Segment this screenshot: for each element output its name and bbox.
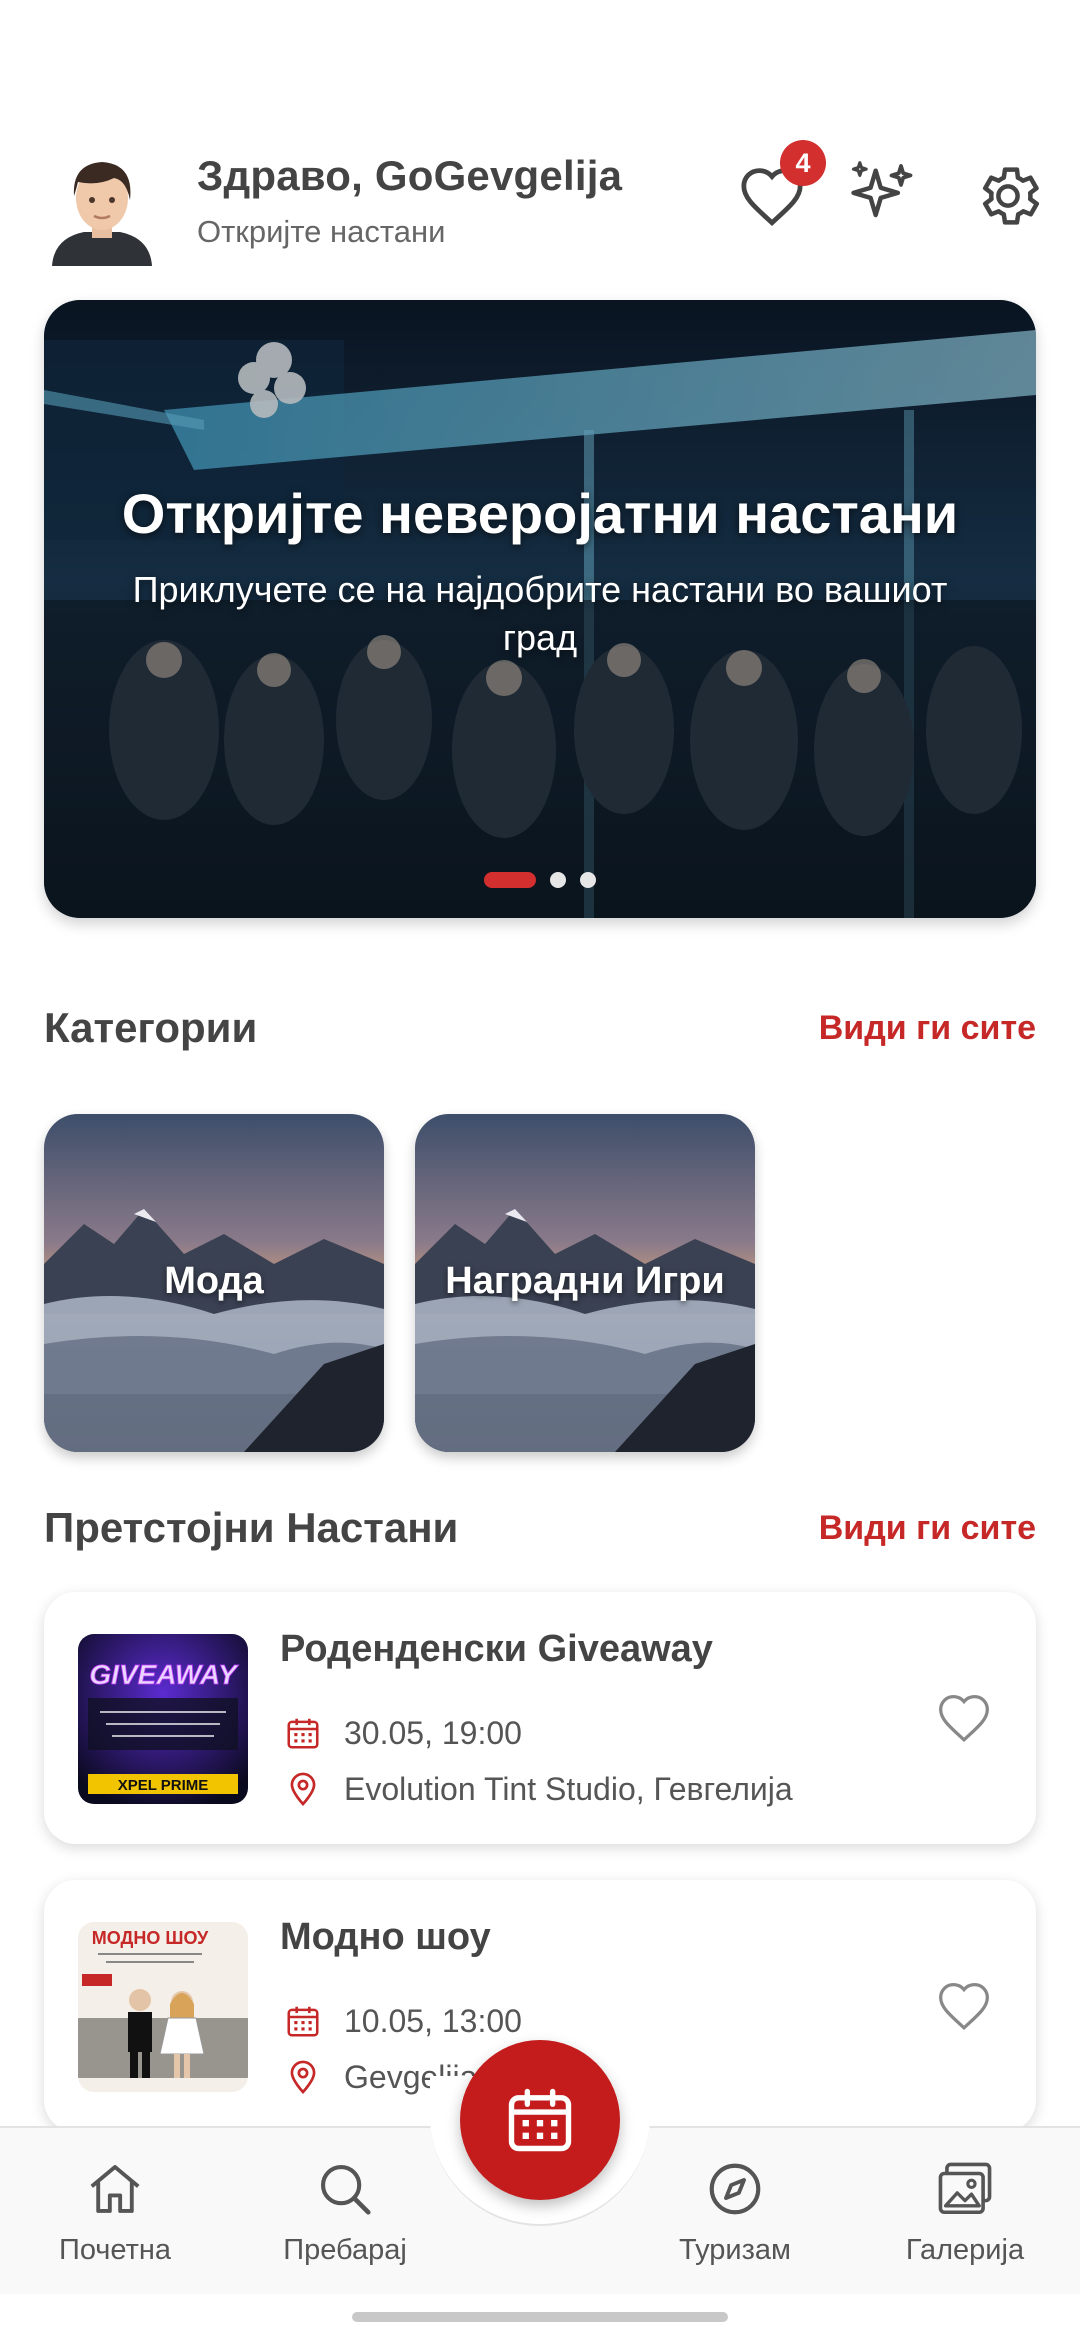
favorites-count-badge: 4 xyxy=(780,140,826,186)
sparkle-icon[interactable] xyxy=(844,158,920,234)
settings-gear-icon[interactable] xyxy=(970,158,1046,234)
event-date: 10.05, 13:00 xyxy=(344,2002,522,2039)
nav-item-tourism[interactable]: Туризам xyxy=(640,2158,830,2267)
greeting-subtitle: Откријте настани xyxy=(197,214,446,249)
svg-text:МОДНО ШОУ: МОДНО ШОУ xyxy=(92,1928,209,1948)
home-icon xyxy=(90,2165,140,2213)
hero-title: Откријте неверојатни настани xyxy=(121,482,959,545)
nav-item-search[interactable]: Пребарај xyxy=(250,2158,440,2267)
categories-header: Категории Види ги сите xyxy=(44,1004,1036,1052)
calendar-icon xyxy=(287,2006,319,2037)
carousel-dots[interactable] xyxy=(44,872,1036,888)
location-pin-icon xyxy=(290,1772,316,1807)
search-icon xyxy=(320,2164,371,2215)
categories-see-all-link[interactable]: Види ги сите xyxy=(819,1009,1036,1048)
event-thumbnail: МОДНО ШОУ xyxy=(78,1922,248,2092)
category-label: Мода xyxy=(164,1260,264,1302)
carousel-dot-2[interactable] xyxy=(550,872,566,888)
events-title: Претстојни Настани xyxy=(44,1504,459,1551)
header: Здраво, GoGevgelija Откријте настани 4 xyxy=(44,140,1040,270)
calendar-fab-button[interactable] xyxy=(460,2040,620,2200)
category-card-nagradni-igri[interactable]: Наградни Игри xyxy=(415,1114,755,1452)
event-location: Evolution Tint Studio, Гевгелија xyxy=(344,1770,793,1807)
categories-title: Категории xyxy=(44,1004,258,1051)
calendar-icon xyxy=(508,2088,572,2152)
home-indicator[interactable] xyxy=(352,2312,728,2322)
hero-banner[interactable]: Откријте неверојатни настани Приклучете … xyxy=(44,300,1036,918)
avatar[interactable] xyxy=(44,150,160,266)
event-title: Модно шоу xyxy=(280,1916,491,1958)
calendar-icon xyxy=(287,1718,319,1749)
nav-label: Почетна xyxy=(58,2234,172,2266)
nav-label: Пребарај xyxy=(283,2234,407,2266)
category-card-moda[interactable]: Мода xyxy=(44,1114,384,1452)
event-card[interactable]: GIVEAWAY XPEL PRIME Роденденски Giveaway… xyxy=(44,1592,1036,1844)
carousel-dot-1[interactable] xyxy=(484,872,536,888)
event-date: 30.05, 19:00 xyxy=(344,1714,522,1751)
hero-subtitle: Приклучете се на најдобрите настани во в… xyxy=(132,569,948,658)
carousel-dot-3[interactable] xyxy=(580,872,596,888)
nav-label: Галерија xyxy=(905,2234,1025,2266)
nav-label: Туризам xyxy=(679,2234,791,2266)
category-label: Наградни Игри xyxy=(445,1260,725,1302)
location-pin-icon xyxy=(290,2060,316,2095)
greeting-title: Здраво, GoGevgelija xyxy=(197,152,623,199)
events-see-all-link[interactable]: Види ги сите xyxy=(819,1509,1036,1548)
svg-text:XPEL PRIME: XPEL PRIME xyxy=(118,1777,209,1794)
event-favorite-heart-icon[interactable] xyxy=(936,1692,992,1748)
event-title: Роденденски Giveaway xyxy=(280,1628,713,1670)
events-header: Претстојни Настани Види ги сите xyxy=(44,1504,1036,1552)
gallery-icon xyxy=(938,2162,992,2215)
svg-text:GIVEAWAY: GIVEAWAY xyxy=(89,1659,239,1690)
nav-item-home[interactable]: Почетна xyxy=(20,2158,210,2267)
event-favorite-heart-icon[interactable] xyxy=(936,1980,992,2036)
event-thumbnail: GIVEAWAY XPEL PRIME xyxy=(78,1634,248,1804)
nav-item-gallery[interactable]: Галерија xyxy=(870,2158,1060,2267)
compass-icon xyxy=(709,2163,761,2215)
